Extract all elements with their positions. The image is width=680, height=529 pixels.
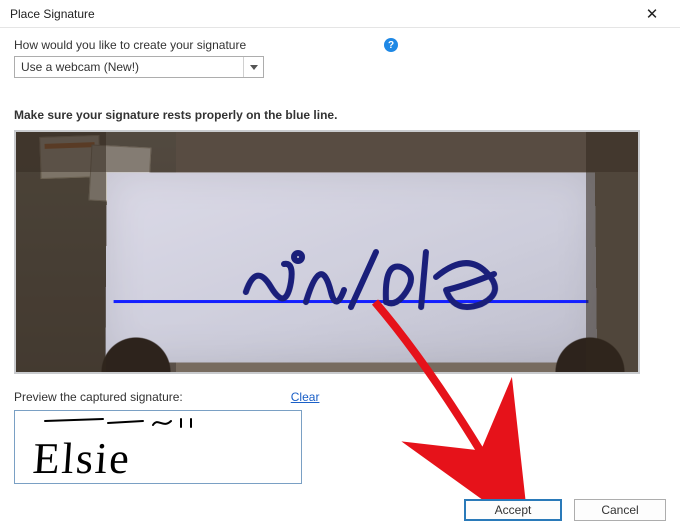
signature-method-select[interactable]: Use a webcam (New!) [14,56,264,78]
preview-noise [43,415,213,431]
handwritten-signature [236,232,567,322]
signature-pad-surface [105,173,597,363]
clear-link[interactable]: Clear [291,390,320,404]
webcam-preview [14,130,640,374]
preview-signature-text: Elsie [31,433,133,484]
chevron-down-icon [243,57,263,77]
select-value: Use a webcam (New!) [21,60,139,74]
instruction-text: Make sure your signature rests properly … [14,108,666,122]
close-icon: ✕ [646,5,659,23]
close-button[interactable]: ✕ [632,2,672,26]
signature-preview-box: Elsie [14,410,302,484]
preview-label: Preview the captured signature: [14,390,183,404]
titlebar: Place Signature ✕ [0,0,680,28]
help-icon[interactable]: ? [384,38,398,52]
method-label: How would you like to create your signat… [14,38,264,52]
dialog-title: Place Signature [10,7,95,21]
dialog-buttons: Accept Cancel [464,499,666,521]
accept-button[interactable]: Accept [464,499,562,521]
cancel-button[interactable]: Cancel [574,499,666,521]
dialog-content: How would you like to create your signat… [0,28,680,484]
